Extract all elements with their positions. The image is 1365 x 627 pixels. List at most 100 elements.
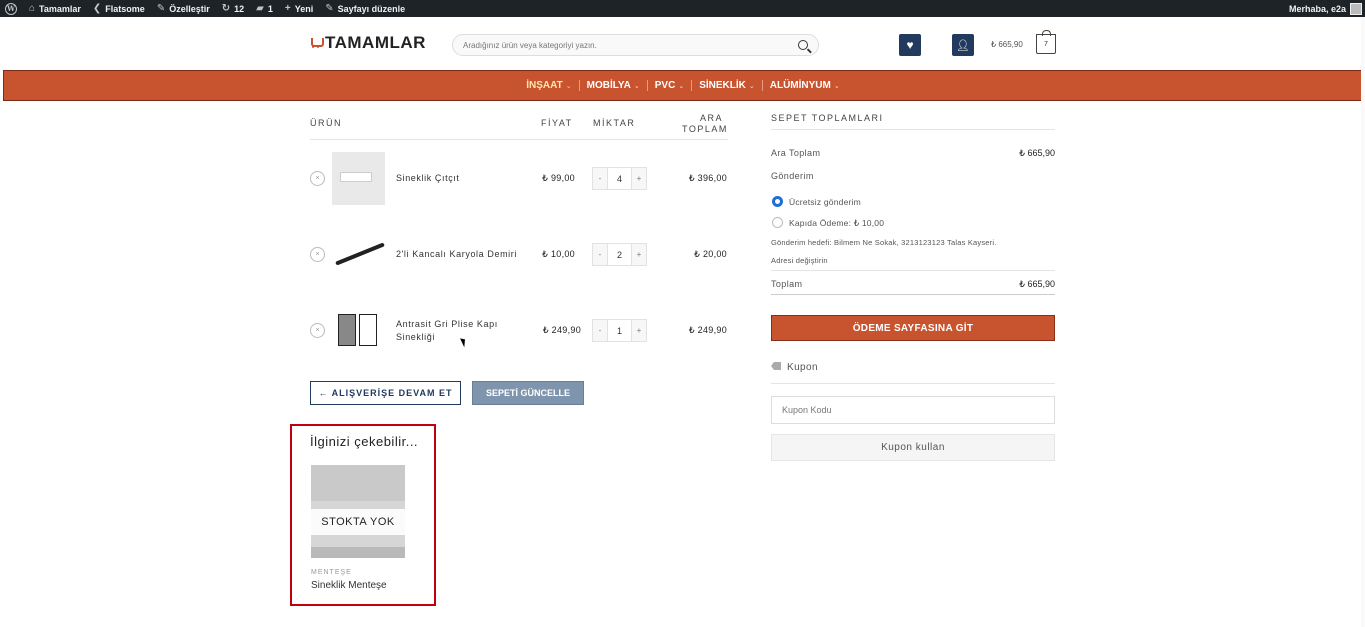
clip-image	[340, 172, 372, 182]
qty-plus-button[interactable]: +	[632, 244, 646, 265]
out-of-stock-label: STOKTA YOK	[311, 509, 405, 535]
user-icon: 👤︎	[956, 39, 970, 52]
col-price-header: FİYAT	[541, 118, 573, 128]
scrollbar[interactable]	[1361, 17, 1365, 627]
product-thumbnail[interactable]	[332, 304, 385, 357]
divider	[771, 383, 1055, 384]
related-title: İlginizi çekebilir...	[310, 434, 419, 449]
image-band	[311, 547, 405, 558]
nav-item-sineklik[interactable]: SİNEKLİK ⌄	[692, 80, 762, 91]
search-icon[interactable]	[798, 40, 808, 50]
shipping-free-label[interactable]: Ücretsiz gönderim	[789, 197, 861, 207]
col-product-header: ÜRÜN	[310, 118, 342, 128]
divider	[771, 294, 1055, 295]
nav-item-aluminyum[interactable]: ALÜMİNYUM ⌄	[763, 80, 847, 91]
main-nav: İNŞAAT ⌄ MOBİLYA ⌄ PVC ⌄ SİNEKLİK ⌄ ALÜMİNYU…	[3, 70, 1363, 101]
shipping-free-radio[interactable]	[772, 196, 783, 207]
divider	[310, 139, 728, 140]
product-name-link[interactable]: Antrasit Gri Plise Kapı Sinekliği	[396, 318, 506, 344]
qty-input[interactable]: 1	[607, 320, 632, 341]
qty-minus-button[interactable]: -	[593, 244, 607, 265]
product-price: ₺ 249,90	[542, 325, 581, 335]
update-cart-button[interactable]: SEPETİ GÜNCELLE	[472, 381, 584, 405]
comment-icon: ▰	[256, 2, 264, 14]
cart-totals-title: SEPET TOPLAMLARI	[771, 113, 884, 123]
qty-input[interactable]: 4	[607, 168, 632, 189]
related-category: MENTEŞE	[311, 569, 352, 576]
subtotal-value: ₺ 665,90	[1019, 148, 1055, 158]
edit-page-link[interactable]: ✎ Sayfayı düzenle	[320, 0, 412, 17]
coupon-code-input[interactable]: Kupon Kodu	[771, 396, 1055, 424]
divider	[771, 129, 1055, 130]
checkout-button[interactable]: ÖDEME SAYFASINA GİT	[771, 315, 1055, 341]
qty-minus-button[interactable]: -	[593, 320, 607, 341]
wishlist-button[interactable]: ♥	[899, 34, 921, 56]
cart-icon[interactable]: 7	[1036, 30, 1056, 54]
product-name-link[interactable]: Sineklik Çıtçıt	[396, 172, 506, 185]
line-subtotal: ₺ 20,00	[694, 249, 727, 259]
cart-count-badge: 7	[1044, 40, 1048, 48]
wordpress-icon: W	[5, 2, 17, 15]
pencil-icon: ✎	[325, 2, 334, 14]
subtotal-label: Ara Toplam	[771, 148, 821, 158]
wp-logo-menu[interactable]: W	[0, 0, 24, 17]
my-account-menu[interactable]: Merhaba, e2a	[1289, 2, 1365, 15]
door-panel-image	[359, 314, 377, 346]
tag-icon	[771, 362, 781, 370]
qty-minus-button[interactable]: -	[593, 168, 607, 189]
apply-coupon-button[interactable]: Kupon kullan	[771, 434, 1055, 461]
account-button[interactable]: 👤︎	[952, 34, 974, 56]
remove-item-button[interactable]: ×	[310, 323, 325, 338]
flatsome-menu[interactable]: ❮ Flatsome	[88, 0, 152, 17]
remove-item-button[interactable]: ×	[310, 171, 325, 186]
avatar	[1350, 2, 1362, 15]
cart-logo-icon	[311, 36, 324, 50]
header-cart-total[interactable]: ₺ 665,90	[991, 40, 1023, 49]
qty-plus-button[interactable]: +	[632, 168, 646, 189]
site-name-menu[interactable]: ⌂ Tamamlar	[24, 0, 88, 17]
product-name-link[interactable]: 2'li Kancalı Karyola Demiri	[396, 248, 526, 261]
nav-item-insaat[interactable]: İNŞAAT ⌄	[519, 80, 578, 91]
comments-link[interactable]: ▰ 1	[251, 0, 280, 17]
updates-link[interactable]: ↻ 12	[217, 0, 251, 17]
customize-link[interactable]: ✎ Özelleştir	[152, 0, 217, 17]
qty-plus-button[interactable]: +	[632, 320, 646, 341]
door-panel-image	[338, 314, 356, 346]
site-logo[interactable]: TAMAMLAR	[311, 33, 426, 53]
col-subtotal-header-2: TOPLAM	[682, 124, 728, 134]
refresh-icon: ↻	[221, 2, 231, 14]
related-products-box: İlginizi çekebilir... STOKTA YOK MENTEŞE…	[290, 424, 436, 606]
chevron-down-icon: ⌄	[748, 82, 755, 90]
total-value: ₺ 665,90	[1019, 279, 1055, 289]
qty-input[interactable]: 2	[607, 244, 632, 265]
chevron-down-icon: ⌄	[678, 82, 685, 90]
flatsome-icon: ❮	[92, 2, 102, 14]
change-address-link[interactable]: Adresi değiştirin	[771, 256, 828, 265]
shipping-cod-label[interactable]: Kapıda Ödeme: ₺ 10,00	[789, 218, 884, 229]
chevron-down-icon: ⌄	[633, 82, 640, 90]
bracket-image	[335, 242, 385, 266]
shipping-cod-radio[interactable]	[772, 217, 783, 228]
product-thumbnail[interactable]	[332, 152, 385, 205]
chevron-down-icon: ⌄	[833, 82, 840, 90]
new-content-menu[interactable]: + Yeni	[280, 0, 320, 17]
related-product-image[interactable]: STOKTA YOK	[311, 465, 405, 558]
shipping-destination: Gönderim hedefi: Bilmem Ne Sokak, 321312…	[771, 238, 997, 247]
continue-shopping-button[interactable]: ← ALIŞVERİŞE DEVAM ET	[310, 381, 461, 405]
nav-item-mobilya[interactable]: MOBİLYA ⌄	[580, 80, 647, 91]
remove-item-button[interactable]: ×	[310, 247, 325, 262]
coupon-heading: Kupon	[787, 362, 818, 373]
product-thumbnail[interactable]	[332, 228, 385, 281]
line-subtotal: ₺ 396,00	[688, 173, 727, 183]
search-input[interactable]: Aradığınız ürün veya kategoriyi yazın.	[452, 34, 819, 56]
home-icon: ⌂	[29, 2, 36, 14]
total-label: Toplam	[771, 279, 803, 289]
quantity-stepper: - 1 +	[592, 319, 647, 342]
brush-icon: ✎	[156, 2, 166, 14]
nav-item-pvc[interactable]: PVC ⌄	[648, 80, 691, 91]
related-product-name[interactable]: Sineklik Menteşe	[311, 580, 387, 591]
image-band	[311, 465, 405, 501]
heart-icon: ♥	[906, 38, 914, 52]
plus-icon: +	[284, 2, 291, 14]
col-subtotal-header-1: ARA	[700, 113, 724, 123]
